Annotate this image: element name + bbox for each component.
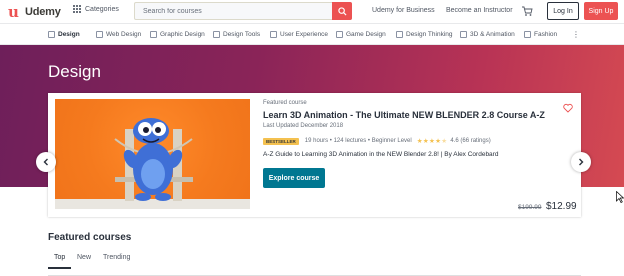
login-button[interactable]: Log In [547,2,579,20]
category-label: Fashion [534,31,558,38]
become-instructor-link[interactable]: Become an Instructor [446,7,513,14]
signup-button[interactable]: Sign Up [584,2,618,20]
category-item-graphic-design[interactable]: Graphic Design [150,31,205,38]
chevron-right-icon [579,158,584,166]
category-item-fashion[interactable]: Fashion [524,31,557,38]
mouse-cursor-icon [616,191,624,203]
rating-stars-icon: ★★★★★ [416,138,448,145]
top-navbar: u Udemy Categories Udemy for Business Be… [0,0,624,24]
category-item-3d-animation[interactable]: 3D & Animation [460,31,515,38]
heart-icon[interactable] [563,100,573,113]
category-label: 3D & Animation [470,31,515,38]
category-label: User Experience [280,31,329,38]
cart-icon[interactable] [521,5,533,17]
rating-text: 4.6 (66 ratings) [450,138,491,144]
udemy-logo[interactable]: u Udemy [8,3,61,21]
sale-price: $12.99 [546,201,577,212]
course-thumbnail[interactable] [55,99,250,209]
course-level: Beginner Level [371,138,412,144]
category-label: Design Tools [223,31,261,38]
course-title[interactable]: Learn 3D Animation - The Ultimate NEW BL… [263,110,545,120]
category-item-design[interactable]: Design [48,31,80,38]
udemy-for-business-link[interactable]: Udemy for Business [372,7,435,14]
logo-text: Udemy [25,6,61,18]
course-thumbnail-illustration [55,118,250,209]
course-lectures: 124 lectures [333,138,367,144]
category-item-design-thinking[interactable]: Design Thinking [396,31,453,38]
explore-course-button[interactable]: Explore course [263,168,325,188]
design-tools-icon [213,31,220,38]
course-meta: BESTSELLER 19 hours • 124 lectures • Beg… [263,137,491,145]
grid-icon [73,5,81,13]
original-price: $199.99 [518,204,542,211]
carousel-next-button[interactable] [571,152,591,172]
tab-new[interactable]: New [77,254,91,261]
more-vertical-icon[interactable]: ⋮ [572,30,580,39]
category-item-web-design[interactable]: Web Design [96,31,141,38]
category-nav: Design Web Design Graphic Design Design … [0,25,624,45]
featured-course-label: Featured course [263,100,307,106]
graphic-design-icon [150,31,157,38]
featured-tabs: Top New Trending [48,250,581,276]
search-bar [134,2,352,20]
tab-top[interactable]: Top [54,254,65,261]
category-item-design-tools[interactable]: Design Tools [213,31,260,38]
search-button[interactable] [332,2,352,20]
active-tab-indicator [48,267,71,269]
category-label: Web Design [106,31,142,38]
search-input[interactable] [135,3,335,19]
design-icon [48,31,55,38]
bestseller-badge: BESTSELLER [263,137,299,145]
chevron-left-icon [43,158,48,166]
user-experience-icon [270,31,277,38]
page-title: Design [48,62,101,81]
category-item-game-design[interactable]: Game Design [336,31,386,38]
category-label: Design Thinking [406,31,453,38]
categories-menu[interactable]: Categories [73,5,119,13]
category-label: Game Design [346,31,386,38]
3d-animation-icon [460,31,467,38]
fashion-icon [524,31,531,38]
category-label: Graphic Design [160,31,205,38]
last-updated: Last Updated December 2018 [263,123,344,129]
design-thinking-icon [396,31,403,38]
featured-courses-title: Featured courses [48,232,132,243]
udemy-logo-icon: u [8,2,19,21]
search-icon [337,6,347,16]
carousel-prev-button[interactable] [36,152,56,172]
web-design-icon [96,31,103,38]
game-design-icon [336,31,343,38]
course-description: A-Z Guide to Learning 3D Animation in th… [263,151,499,158]
categories-label: Categories [85,5,119,13]
category-label: Design [58,31,80,38]
category-item-user-experience[interactable]: User Experience [270,31,328,38]
tab-trending[interactable]: Trending [103,254,130,261]
course-hours: 19 hours [304,138,329,144]
